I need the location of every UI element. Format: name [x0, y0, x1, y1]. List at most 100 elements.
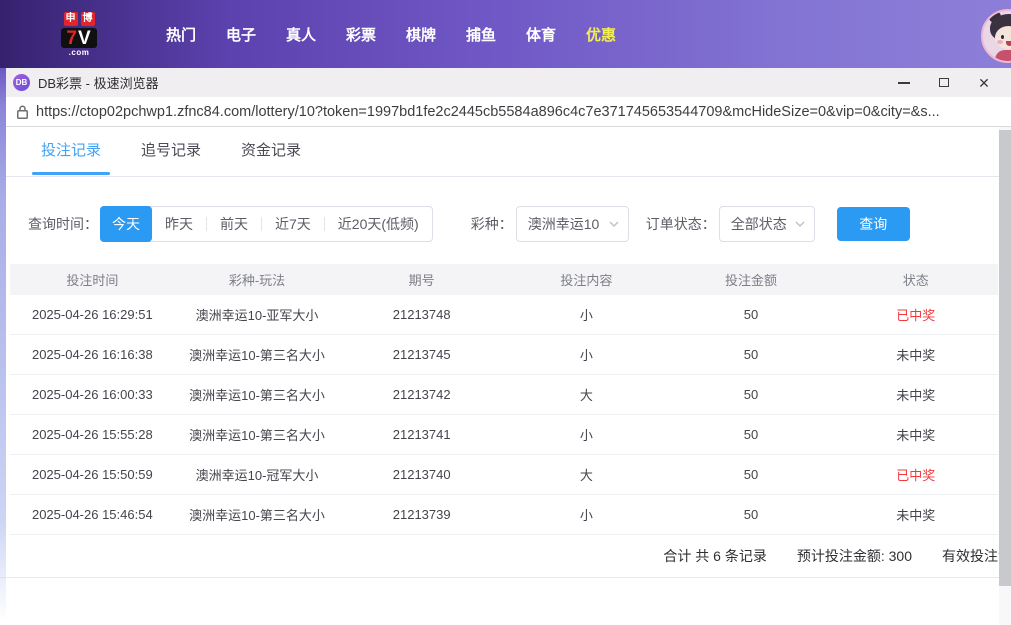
- browser-app-icon: DB: [13, 74, 30, 91]
- window-controls: ✕: [884, 68, 1004, 97]
- cell-time: 2025-04-26 15:50:59: [31, 467, 153, 482]
- minimize-icon: [898, 81, 910, 84]
- table-row: 2025-04-26 15:50:59 澳洲幸运10-冠军大小 21213740 大 5…: [10, 455, 998, 495]
- minimize-button[interactable]: [884, 68, 924, 97]
- nav-item-fishing[interactable]: 捕鱼: [451, 24, 511, 45]
- close-button[interactable]: ✕: [964, 68, 1004, 97]
- time-option-daybefore[interactable]: 前天: [207, 207, 261, 241]
- site-logo[interactable]: 申 博 7V .com: [47, 11, 111, 57]
- nav-item-lottery[interactable]: 彩票: [331, 24, 391, 45]
- cell-amount: 50: [743, 427, 759, 442]
- cell-status: 已中奖: [896, 308, 936, 323]
- order-status-select[interactable]: 全部状态: [718, 206, 815, 242]
- avatar-art: [1006, 41, 1011, 46]
- main-nav: 热门 电子 真人 彩票 棋牌 捕鱼 体育 优惠: [151, 24, 631, 45]
- maximize-button[interactable]: [924, 68, 964, 97]
- col-header-content: 投注内容: [560, 273, 613, 288]
- scrollbar-thumb[interactable]: [999, 130, 1011, 586]
- cell-issue: 21213739: [392, 507, 451, 522]
- cell-content: 大: [579, 468, 593, 483]
- lottery-select-value: 澳洲幸运10: [527, 216, 600, 232]
- tab-bar: 投注记录 追号记录 资金记录: [0, 127, 1011, 177]
- page-content: 投注记录 追号记录 资金记录 查询时间： 今天 昨天 前天 近7天 近20天(低…: [0, 127, 1011, 624]
- page-edge-strip: [0, 68, 6, 620]
- time-option-20days[interactable]: 近20天(低频): [325, 207, 432, 241]
- logo-7: 7: [66, 27, 78, 49]
- col-header-amount: 投注金额: [725, 273, 778, 288]
- cell-amount: 50: [743, 467, 759, 482]
- cell-issue: 21213745: [392, 347, 451, 362]
- cell-issue: 21213742: [392, 387, 451, 402]
- cell-game: 澳洲幸运10-第三名大小: [189, 508, 325, 523]
- col-header-status: 状态: [902, 273, 929, 288]
- tab-bet-records[interactable]: 投注记录: [32, 127, 111, 176]
- logo-7v: 7V: [61, 27, 97, 49]
- cell-status: 未中奖: [896, 348, 936, 363]
- table-row: 2025-04-26 16:16:38 澳洲幸运10-第三名大小 21213745 小…: [10, 335, 998, 375]
- avatar-art: [997, 40, 1003, 44]
- table-body: 2025-04-26 16:29:51 澳洲幸运10-亚军大小 21213748 小 5…: [10, 295, 998, 535]
- chevron-down-icon: [609, 221, 619, 227]
- tab-chase-records[interactable]: 追号记录: [132, 127, 210, 176]
- time-option-yesterday[interactable]: 昨天: [152, 207, 206, 241]
- nav-item-hot[interactable]: 热门: [151, 24, 211, 45]
- nav-item-cards[interactable]: 棋牌: [391, 24, 451, 45]
- lottery-label: 彩种：: [470, 216, 513, 232]
- logo-v: V: [77, 27, 92, 49]
- col-header-issue: 期号: [408, 273, 435, 288]
- cell-status: 未中奖: [896, 428, 936, 443]
- table-row: 2025-04-26 16:00:33 澳洲幸运10-第三名大小 21213742 大…: [10, 375, 998, 415]
- query-time-label: 查询时间：: [28, 216, 98, 232]
- maximize-icon: [939, 78, 949, 87]
- table-row: 2025-04-26 16:29:51 澳洲幸运10-亚军大小 21213748 小 5…: [10, 295, 998, 335]
- cell-content: 小: [579, 428, 593, 443]
- url-text[interactable]: https://ctop02pchwp1.zfnc84.com/lottery/…: [36, 104, 940, 120]
- cell-game: 澳洲幸运10-冠军大小: [195, 468, 319, 483]
- logo-com: .com: [68, 47, 90, 57]
- table-row: 2025-04-26 15:55:28 澳洲幸运10-第三名大小 21213741 小…: [10, 415, 998, 455]
- cell-content: 小: [579, 348, 593, 363]
- cell-time: 2025-04-26 15:55:28: [31, 427, 153, 442]
- cell-time: 2025-04-26 16:16:38: [31, 347, 153, 362]
- logo-badge-1: 申: [63, 11, 78, 26]
- nav-item-slots[interactable]: 电子: [211, 24, 271, 45]
- search-button[interactable]: 查询: [836, 207, 910, 241]
- order-status-value: 全部状态: [730, 216, 787, 232]
- table-header-row: 投注时间 彩种-玩法 期号 投注内容 投注金额 状态: [10, 264, 998, 295]
- cell-time: 2025-04-26 16:29:51: [31, 307, 153, 322]
- avatar-art: [995, 50, 1011, 61]
- time-option-today[interactable]: 今天: [100, 206, 152, 242]
- cell-issue: 21213741: [392, 427, 451, 442]
- cell-time: 2025-04-26 16:00:33: [31, 387, 153, 402]
- bet-records-table: 投注时间 彩种-玩法 期号 投注内容 投注金额 状态 2025-04-26 16…: [10, 264, 998, 535]
- lottery-select[interactable]: 澳洲幸运10: [515, 206, 629, 242]
- nav-item-sports[interactable]: 体育: [511, 24, 571, 45]
- lock-icon: [17, 105, 28, 119]
- nav-item-promo[interactable]: 优惠: [571, 24, 631, 45]
- cell-game: 澳洲幸运10-亚军大小: [195, 308, 319, 323]
- cell-amount: 50: [743, 307, 759, 322]
- cell-status: 已中奖: [896, 468, 936, 483]
- nav-item-live[interactable]: 真人: [271, 24, 331, 45]
- filter-bar: 查询时间： 今天 昨天 前天 近7天 近20天(低频) 彩种： 澳洲幸运10 订…: [0, 206, 1011, 242]
- cell-issue: 21213748: [392, 307, 451, 322]
- cell-content: 小: [579, 308, 593, 323]
- logo-badge-2: 博: [80, 11, 95, 26]
- summary-total: 合计 共 6 条记录: [663, 548, 767, 564]
- col-header-time: 投注时间: [66, 273, 119, 288]
- cell-time: 2025-04-26 15:46:54: [31, 507, 153, 522]
- table-row: 2025-04-26 15:46:54 澳洲幸运10-第三名大小 21213739 小…: [10, 495, 998, 535]
- summary-estimated: 预计投注金额: 300: [796, 548, 912, 564]
- avatar-art: [1001, 35, 1004, 39]
- time-range-group: 今天 昨天 前天 近7天 近20天(低频): [100, 206, 433, 242]
- window-title: DB彩票 - 极速浏览器: [38, 76, 159, 91]
- cell-amount: 50: [743, 347, 759, 362]
- time-option-7days[interactable]: 近7天: [262, 207, 324, 241]
- cell-status: 未中奖: [896, 508, 936, 523]
- url-bar: https://ctop02pchwp1.zfnc84.com/lottery/…: [0, 97, 1011, 127]
- site-header: 申 博 7V .com 热门 电子 真人 彩票 棋牌 捕鱼 体育 优惠: [0, 0, 1011, 68]
- tab-fund-records[interactable]: 资金记录: [232, 127, 310, 176]
- cell-content: 大: [579, 388, 593, 403]
- user-avatar[interactable]: [981, 9, 1011, 63]
- vertical-scrollbar[interactable]: [999, 127, 1011, 625]
